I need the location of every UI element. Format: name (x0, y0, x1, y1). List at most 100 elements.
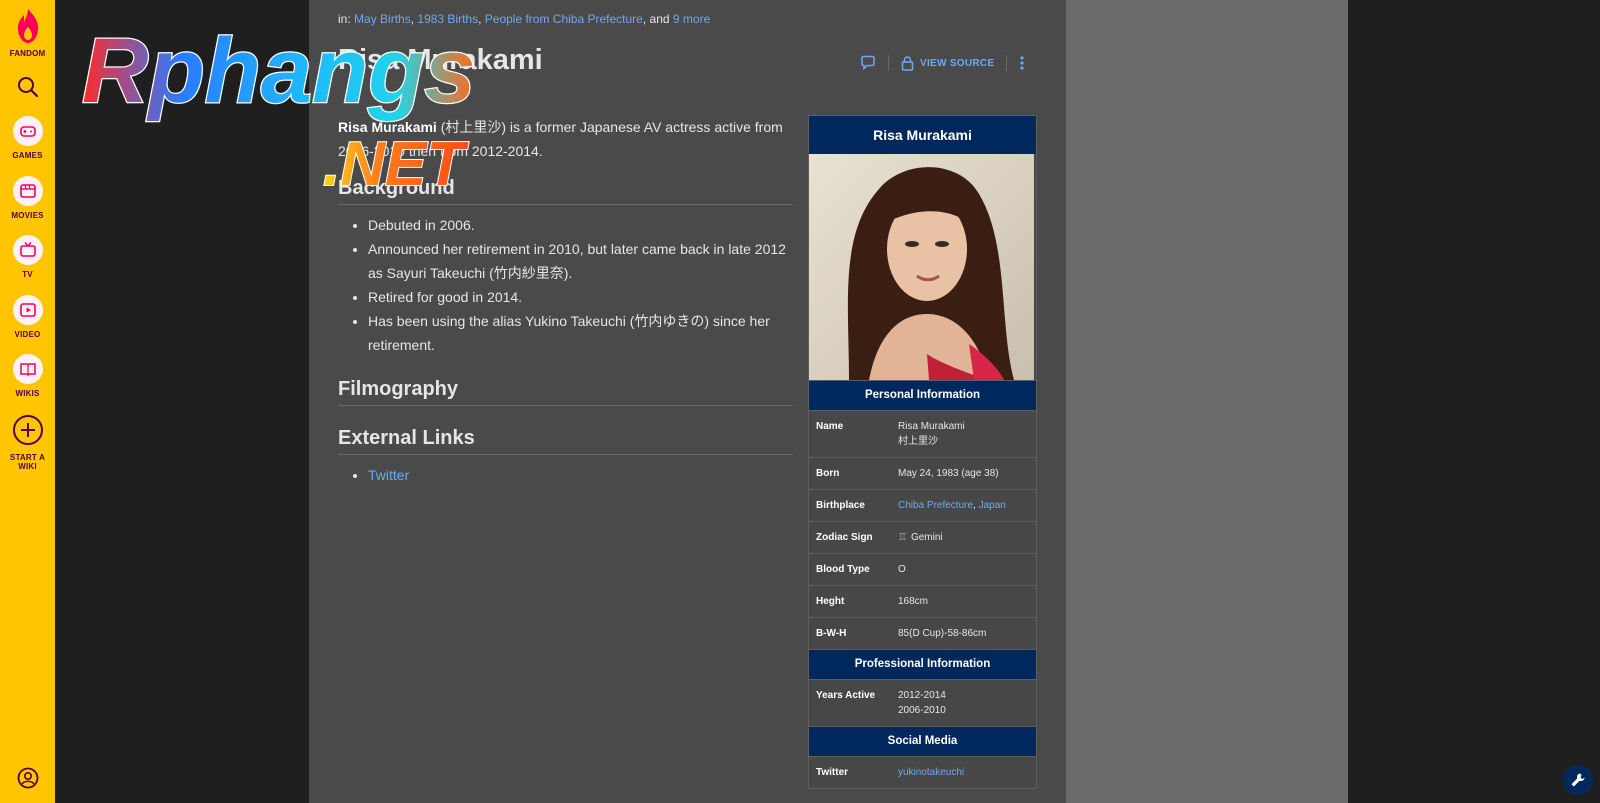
section-heading-filmography: Filmography (338, 377, 793, 406)
category-link-chiba[interactable]: People from Chiba Prefecture (485, 12, 643, 26)
user-account-button[interactable] (0, 767, 55, 794)
search-button[interactable] (0, 76, 55, 103)
gemini-icon: ♊ (898, 532, 907, 543)
birthplace-link-japan[interactable]: Japan (979, 500, 1006, 511)
rail-item-video[interactable]: VIDEO (0, 295, 55, 339)
page-title: Risa Murakami (338, 44, 543, 76)
user-avatar-icon (17, 767, 38, 789)
list-item: Announced her retirement in 2010, but la… (368, 237, 793, 285)
tools-button[interactable] (1563, 765, 1593, 795)
categories-prefix: in: (338, 12, 351, 26)
row-label: Birthplace (816, 500, 865, 511)
twitter-handle-link[interactable]: yukinotakeuchi (898, 767, 964, 778)
right-rail (1066, 0, 1348, 803)
view-source-label: VIEW SOURCE (920, 57, 995, 69)
article-body: Risa Murakami (村上里沙) is a former Japanes… (338, 115, 793, 487)
film-icon (19, 184, 36, 198)
social-media-header: Social Media (809, 726, 1036, 756)
infobox-row-twitter: Twitter yukinotakeuchi (809, 756, 1036, 788)
right-gutter (1348, 0, 1600, 803)
infobox-row-name: Name Risa Murakami 村上里沙 (809, 410, 1036, 457)
infobox-row-height: Heght 168cm (809, 585, 1036, 617)
rail-label-wikis: WIKIS (15, 389, 40, 398)
row-value: May 24, 1983 (age 38) (898, 468, 999, 479)
twitter-link[interactable]: Twitter (368, 467, 409, 483)
infobox-row-bwh: B-W-H 85(D Cup)-58-86cm (809, 617, 1036, 649)
view-source-button[interactable]: VIEW SOURCE (901, 55, 995, 71)
row-label: Name (816, 421, 844, 432)
lock-icon (901, 55, 914, 71)
row-label: Zodiac Sign (816, 532, 873, 543)
birthplace-link-chiba[interactable]: Chiba Prefecture (898, 500, 973, 511)
rail-label-games: GAMES (12, 151, 43, 160)
book-icon (19, 363, 36, 377)
action-separator (1006, 55, 1008, 71)
start-wiki-label-1: START A (9, 453, 46, 462)
name-value: Risa Murakami (898, 421, 965, 432)
external-links-list: Twitter (338, 463, 793, 487)
plus-circle-icon (12, 415, 43, 445)
tv-icon (19, 242, 36, 257)
rail-item-games[interactable]: GAMES (0, 116, 55, 160)
row-label: Years Active (816, 690, 876, 701)
row-label: Born (816, 468, 840, 479)
infobox-row-born: Born May 24, 1983 (age 38) (809, 457, 1036, 489)
infobox: Risa Murakami Personal Information Name … (808, 115, 1037, 789)
row-value: O (898, 564, 906, 575)
years-active-value: 2012-2014 (898, 690, 946, 701)
rail-label-tv: TV (22, 270, 33, 279)
category-link-may-births[interactable]: May Births (354, 12, 411, 26)
infobox-portrait-image[interactable] (809, 154, 1034, 380)
start-wiki-label-2: WIKI (18, 462, 37, 471)
list-item: Debuted in 2006. (368, 213, 793, 237)
row-label: B-W-H (816, 628, 847, 639)
fandom-logo-label: FANDOM (9, 49, 46, 58)
rail-item-movies[interactable]: MOVIES (0, 176, 55, 220)
wrench-icon (1571, 773, 1585, 787)
personal-information-header: Personal Information (809, 380, 1036, 410)
left-gutter (55, 0, 309, 803)
article-lead: Risa Murakami (村上里沙) is a former Japanes… (338, 115, 793, 163)
categories-and: , and (642, 12, 670, 26)
professional-information-header: Professional Information (809, 649, 1036, 679)
section-heading-background: Background (338, 176, 793, 205)
section-heading-external-links: External Links (338, 426, 793, 455)
list-item: Retired for good in 2014. (368, 285, 793, 309)
infobox-row-years-active: Years Active 2012-2014 2006-2010 (809, 679, 1036, 726)
video-play-icon (19, 303, 36, 317)
years-active-value: 2006-2010 (898, 705, 946, 716)
fandom-logo-link[interactable]: FANDOM (0, 8, 55, 58)
search-icon (17, 77, 38, 98)
category-link-1983-births[interactable]: 1983 Births (417, 12, 478, 26)
infobox-row-blood-type: Blood Type O (809, 553, 1036, 585)
page-actions: VIEW SOURCE (860, 52, 1025, 74)
background-list: Debuted in 2006. Announced her retiremen… (338, 213, 793, 357)
rail-item-wikis[interactable]: WIKIS (0, 354, 55, 398)
row-value: Chiba Prefecture, Japan (898, 500, 1006, 511)
category-more-link[interactable]: 9 more (673, 12, 710, 26)
infobox-row-birthplace: Birthplace Chiba Prefecture, Japan (809, 489, 1036, 521)
rail-label-movies: MOVIES (11, 211, 44, 220)
fandom-flame-icon (17, 9, 38, 43)
more-options-icon[interactable] (1019, 55, 1025, 71)
infobox-row-zodiac: Zodiac Sign ♊ Gemini (809, 521, 1036, 553)
row-label: Blood Type (816, 564, 870, 575)
row-value: 168cm (898, 596, 929, 607)
page-categories: in: May Births, 1983 Births, People from… (338, 12, 711, 26)
rail-label-video: VIDEO (14, 330, 41, 339)
row-label: Twitter (816, 767, 849, 778)
list-item: Twitter (368, 463, 793, 487)
row-label: Heght (816, 596, 845, 607)
rail-item-tv[interactable]: TV (0, 235, 55, 279)
action-separator (888, 55, 889, 71)
infobox-title: Risa Murakami (809, 116, 1036, 154)
native-name-value: 村上里沙 (898, 436, 938, 447)
comment-icon[interactable] (860, 55, 876, 71)
lead-native-name: (村上里沙) (436, 119, 507, 135)
row-value: 2012-2014 2006-2010 (898, 688, 1029, 718)
lead-subject: Risa Murakami (338, 119, 437, 135)
row-value: 85(D Cup)-58-86cm (898, 628, 987, 639)
row-value: Risa Murakami 村上里沙 (898, 419, 1029, 449)
global-navigation-rail: FANDOM GAMES MOVIES TV VIDEO WIKIS START… (0, 0, 55, 803)
start-a-wiki-button[interactable]: START A WIKI (0, 414, 55, 471)
